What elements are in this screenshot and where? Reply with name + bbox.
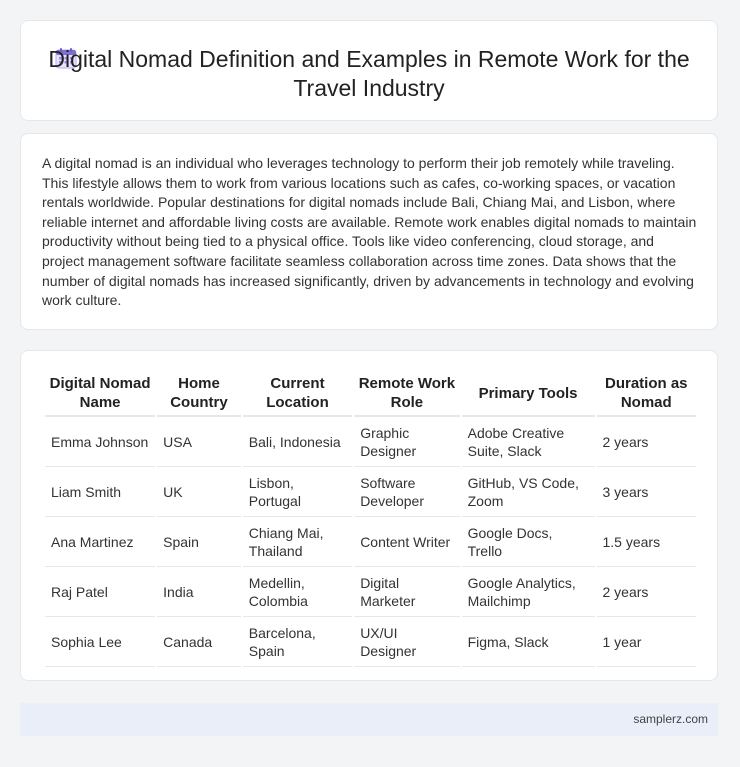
intro-card: A digital nomad is an individual who lev… (20, 133, 718, 330)
table-cell: 2 years (596, 567, 696, 617)
table-cell: Liam Smith (45, 467, 156, 517)
table-row: Ana Martinez Spain Chiang Mai, Thailand … (45, 517, 696, 567)
table-cell: Raj Patel (45, 567, 156, 617)
table-card: Digital Nomad Name Home Country Current … (20, 350, 718, 681)
table-cell: Sophia Lee (45, 617, 156, 667)
table-cell: Software Developer (354, 467, 460, 517)
table-cell: GitHub, VS Code, Zoom (461, 467, 595, 517)
page-title: Digital Nomad Definition and Examples in… (48, 46, 690, 101)
table-cell: Ana Martinez (45, 517, 156, 567)
column-header: Duration as Nomad (596, 373, 696, 417)
table-cell: 3 years (596, 467, 696, 517)
column-header: Home Country (157, 373, 241, 417)
table-cell: Google Analytics, Mailchimp (461, 567, 595, 617)
column-header: Primary Tools (461, 373, 595, 417)
column-header: Current Location (242, 373, 353, 417)
table-cell: Graphic Designer (354, 417, 460, 467)
table-row: Sophia Lee Canada Barcelona, Spain UX/UI… (45, 617, 696, 667)
table-cell: 1 year (596, 617, 696, 667)
table-cell: Adobe Creative Suite, Slack (461, 417, 595, 467)
intro-paragraph: A digital nomad is an individual who lev… (42, 155, 697, 309)
nomad-table: Digital Nomad Name Home Country Current … (43, 373, 698, 667)
column-header: Remote Work Role (354, 373, 460, 417)
footer-bar: samplerz.com (20, 703, 718, 736)
table-cell: 2 years (596, 417, 696, 467)
table-cell: Emma Johnson (45, 417, 156, 467)
table-cell: Bali, Indonesia (242, 417, 353, 467)
column-header: Digital Nomad Name (45, 373, 156, 417)
table-cell: Figma, Slack (461, 617, 595, 667)
table-cell: India (157, 567, 241, 617)
table-cell: Google Docs, Trello (461, 517, 595, 567)
table-cell: Digital Marketer (354, 567, 460, 617)
table-cell: Spain (157, 517, 241, 567)
table-cell: Chiang Mai, Thailand (242, 517, 353, 567)
source-link[interactable]: samplerz.com (633, 712, 708, 726)
table-row: Raj Patel India Medellin, Colombia Digit… (45, 567, 696, 617)
table-cell: Lisbon, Portugal (242, 467, 353, 517)
table-cell: USA (157, 417, 241, 467)
table-cell: Canada (157, 617, 241, 667)
table-cell: UX/UI Designer (354, 617, 460, 667)
table-row: Liam Smith UK Lisbon, Portugal Software … (45, 467, 696, 517)
table-cell: UK (157, 467, 241, 517)
title-card: Digital Nomad Definition and Examples in… (20, 20, 718, 121)
table-header-row: Digital Nomad Name Home Country Current … (45, 373, 696, 417)
table-cell: 1.5 years (596, 517, 696, 567)
table-row: Emma Johnson USA Bali, Indonesia Graphic… (45, 417, 696, 467)
table-cell: Medellin, Colombia (242, 567, 353, 617)
table-cell: Barcelona, Spain (242, 617, 353, 667)
table-cell: Content Writer (354, 517, 460, 567)
